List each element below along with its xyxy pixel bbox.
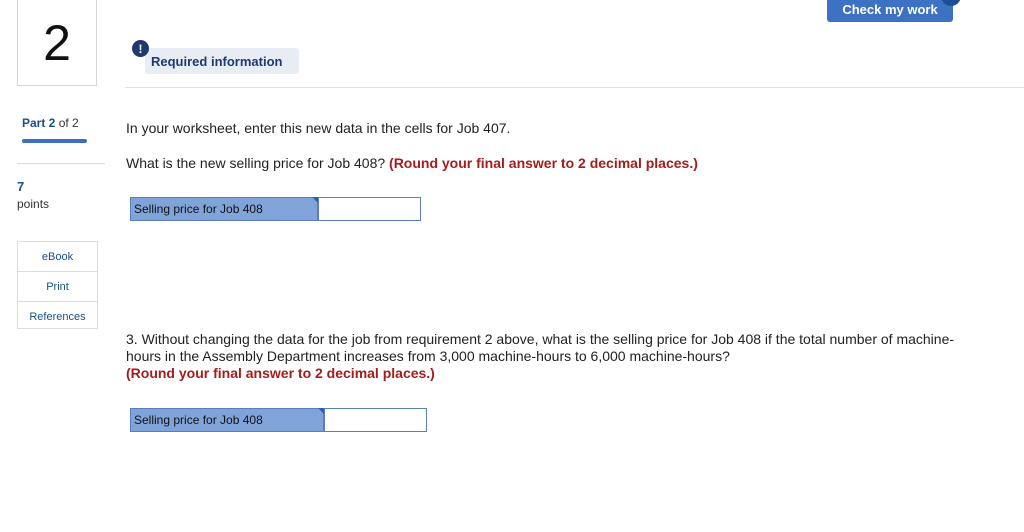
cell-marker-icon <box>318 408 324 414</box>
cell-marker-icon <box>312 197 318 203</box>
answer-row-1-label-text: Selling price for Job 408 <box>134 202 263 216</box>
check-my-work-label: Check my work <box>842 1 938 17</box>
points-value: 7 <box>17 179 25 194</box>
question-3-rounding-note: (Round your final answer to 2 decimal pl… <box>126 365 435 381</box>
part-total: of 2 <box>58 116 79 130</box>
required-information-banner[interactable]: Required information <box>145 48 299 74</box>
required-information-label: Required information <box>151 53 283 69</box>
check-badge <box>941 0 961 6</box>
question-2-body: What is the new selling price for Job 40… <box>126 155 390 171</box>
header-divider <box>125 87 1024 88</box>
exclamation-icon: ! <box>132 40 149 57</box>
selling-price-input-1[interactable] <box>318 197 421 221</box>
question-3-text: 3. Without changing the data for the job… <box>126 331 986 382</box>
question-2-rounding-note: (Round your final answer to 2 decimal pl… <box>389 155 698 171</box>
answer-row-2-label-text: Selling price for Job 408 <box>134 413 263 427</box>
sidebar-divider <box>17 163 105 164</box>
answer-row-1-label: Selling price for Job 408 <box>130 197 318 221</box>
instruction-text: In your worksheet, enter this new data i… <box>126 120 511 136</box>
selling-price-input-2[interactable] <box>324 408 427 432</box>
ebook-link[interactable]: eBook <box>18 242 97 272</box>
check-my-work-button[interactable]: Check my work <box>827 0 961 22</box>
question-3-body: 3. Without changing the data for the job… <box>126 331 955 364</box>
answer-row-2-label: Selling price for Job 408 <box>130 408 324 432</box>
part-progress-bar <box>22 139 87 143</box>
points-label: points <box>17 197 50 211</box>
references-link[interactable]: References <box>18 302 97 331</box>
resource-links: eBook Print References <box>17 241 98 329</box>
answer-row-2: Selling price for Job 408 <box>130 408 427 432</box>
part-current: Part 2 <box>22 116 56 130</box>
question-number: 2 <box>17 0 97 86</box>
part-indicator: Part 2 of 2 <box>22 116 79 130</box>
question-2-text: What is the new selling price for Job 40… <box>126 155 698 172</box>
answer-row-1: Selling price for Job 408 <box>130 197 421 221</box>
print-link[interactable]: Print <box>18 272 97 302</box>
